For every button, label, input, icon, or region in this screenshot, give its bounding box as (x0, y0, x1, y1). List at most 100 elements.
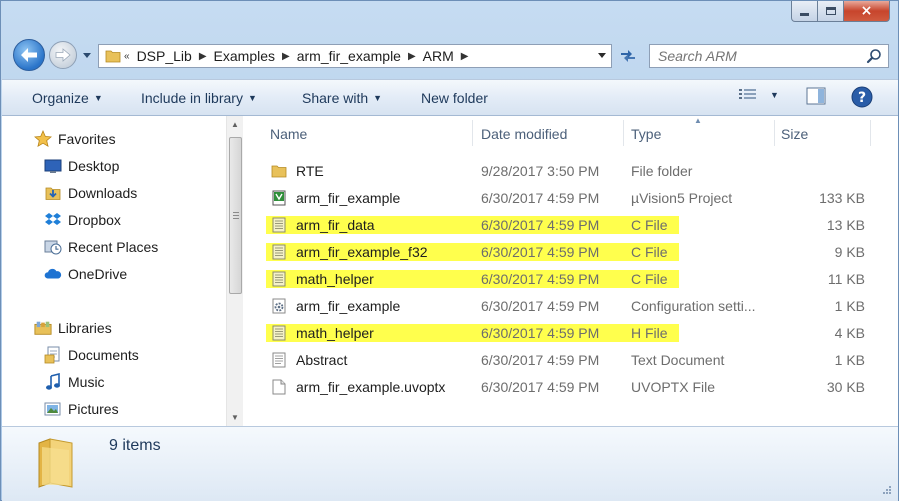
nav-item-onedrive[interactable]: OneDrive (44, 265, 127, 283)
scroll-down-icon[interactable]: ▼ (231, 413, 239, 422)
file-name: math_helper (296, 325, 374, 341)
change-view-button[interactable]: ▼ (738, 87, 779, 103)
star-icon (34, 130, 52, 148)
file-row[interactable]: Abstract 6/30/2017 4:59 PM Text Document 1 … (250, 349, 898, 371)
resize-grip-icon[interactable] (882, 485, 892, 495)
scrollbar-thumb[interactable] (229, 137, 242, 294)
file-type: µVision5 Project (631, 190, 733, 206)
help-button[interactable]: ? (851, 86, 873, 108)
breadcrumb-separator-icon[interactable]: ▶ (405, 51, 419, 62)
nav-item-recent-places[interactable]: Recent Places (44, 238, 158, 256)
breadcrumb-arm[interactable]: ARM (419, 48, 458, 64)
folder-icon (105, 50, 121, 63)
nav-favorites[interactable]: Favorites (34, 130, 116, 148)
search-box[interactable] (649, 44, 889, 68)
dropdown-caret-icon: ▼ (93, 93, 103, 103)
file-name: arm_fir_data (296, 217, 375, 233)
maximize-icon (825, 7, 836, 15)
help-icon: ? (851, 86, 873, 108)
dropdown-caret-icon: ▼ (247, 93, 257, 103)
file-size: 9 KB (834, 244, 865, 260)
file-name: arm_fir_example (296, 298, 401, 314)
nav-item-downloads[interactable]: Downloads (44, 184, 137, 202)
search-icon[interactable] (866, 48, 882, 64)
nav-libraries-label: Libraries (58, 320, 112, 336)
navigation-pane[interactable]: Favorites Desktop Downloads Dropbox Rece… (2, 116, 226, 426)
file-list[interactable]: Name Date modified Type ▲ Size RTE 9/28/2… (250, 116, 898, 426)
navigation-scrollbar[interactable]: ▲ ▼ (226, 116, 243, 426)
breadcrumb-examples[interactable]: Examples (210, 48, 279, 64)
nav-favorites-label: Favorites (58, 131, 116, 147)
file-row[interactable]: RTE 9/28/2017 3:50 PM File folder (250, 160, 898, 182)
content-area: Favorites Desktop Downloads Dropbox Rece… (2, 116, 898, 426)
scroll-up-icon[interactable]: ▲ (231, 120, 239, 129)
file-row[interactable]: math_helper 6/30/2017 4:59 PM H File 4 KB (250, 322, 898, 344)
address-bar[interactable]: « DSP_Lib ▶ Examples ▶ arm_fir_example ▶… (98, 44, 612, 68)
close-button[interactable]: × (844, 1, 890, 22)
minimize-button[interactable] (791, 1, 818, 22)
file-date-modified: 9/28/2017 3:50 PM (481, 163, 600, 179)
details-pane: 9 items (2, 426, 898, 501)
file-size: 1 KB (834, 352, 865, 368)
file-row[interactable]: arm_fir_example 6/30/2017 4:59 PM Configur… (250, 295, 898, 317)
share-with-menu[interactable]: Share with ▼ (302, 90, 382, 106)
breadcrumb-overflow[interactable]: « (121, 51, 133, 62)
refresh-button[interactable] (615, 44, 641, 68)
back-button[interactable] (13, 39, 45, 71)
new-folder-label: New folder (421, 90, 488, 106)
breadcrumb-dsp-lib[interactable]: DSP_Lib (133, 48, 196, 64)
nav-item-documents[interactable]: Documents (44, 346, 139, 364)
file-row[interactable]: arm_fir_data 6/30/2017 4:59 PM C File 13 KB (250, 214, 898, 236)
address-history-dropdown-icon[interactable] (597, 52, 607, 60)
nav-item-label: Desktop (68, 158, 120, 174)
file-size: 1 KB (834, 298, 865, 314)
text-file-icon (272, 352, 286, 368)
file-type: Configuration setti... (631, 298, 756, 314)
nav-item-music[interactable]: Music (44, 373, 105, 391)
file-row[interactable]: arm_fir_example_f32 6/30/2017 4:59 PM C Fi… (250, 241, 898, 263)
nav-libraries[interactable]: Libraries (34, 319, 112, 337)
file-row[interactable]: math_helper 6/30/2017 4:59 PM C File 11 KB (250, 268, 898, 290)
file-size: 11 KB (827, 271, 865, 287)
include-in-library-label: Include in library (141, 90, 243, 106)
new-folder-button[interactable]: New folder (421, 90, 488, 106)
file-date-modified: 6/30/2017 4:59 PM (481, 298, 600, 314)
column-header-name[interactable]: Name (250, 116, 470, 148)
preview-pane-button[interactable] (806, 87, 826, 105)
column-divider[interactable] (870, 120, 871, 146)
column-header-size[interactable]: Size (775, 116, 870, 148)
desktop-icon (44, 157, 62, 175)
c-file-icon (272, 244, 286, 260)
preview-pane-icon (806, 87, 826, 105)
column-header-date[interactable]: Date modified (473, 116, 623, 148)
file-type: Text Document (631, 352, 725, 368)
breadcrumb-separator-icon[interactable]: ▶ (196, 51, 210, 62)
nav-item-desktop[interactable]: Desktop (44, 157, 119, 175)
folder-icon (38, 438, 73, 488)
recent-pages-dropdown-icon[interactable] (82, 50, 92, 60)
view-dropdown-caret-icon[interactable]: ▼ (770, 90, 779, 100)
file-type: UVOPTX File (631, 379, 716, 395)
uvision-project-icon (272, 190, 286, 206)
sort-ascending-icon: ▲ (694, 116, 702, 125)
nav-item-dropbox[interactable]: Dropbox (44, 211, 121, 229)
forward-button[interactable] (49, 41, 77, 69)
file-name: Abstract (296, 352, 348, 368)
maximize-button[interactable] (818, 1, 844, 22)
search-input[interactable] (650, 48, 850, 64)
file-row[interactable]: arm_fir_example 6/30/2017 4:59 PM µVision5… (250, 187, 898, 209)
organize-menu[interactable]: Organize ▼ (32, 90, 103, 106)
breadcrumb-arm-fir-example[interactable]: arm_fir_example (293, 48, 405, 64)
file-type: H File (631, 325, 668, 341)
forward-arrow-icon (55, 48, 71, 62)
include-in-library-menu[interactable]: Include in library ▼ (141, 90, 257, 106)
pane-splitter[interactable] (243, 116, 250, 426)
breadcrumb-separator-icon[interactable]: ▶ (458, 51, 472, 62)
file-row[interactable]: arm_fir_example.uvoptx 6/30/2017 4:59 PM U… (250, 376, 898, 398)
breadcrumb-separator-icon[interactable]: ▶ (279, 51, 293, 62)
window-controls: × (791, 1, 890, 23)
file-date-modified: 6/30/2017 4:59 PM (481, 271, 600, 287)
dropdown-caret-icon: ▼ (373, 93, 383, 103)
nav-item-pictures[interactable]: Pictures (44, 400, 119, 418)
file-size: 13 KB (826, 217, 865, 233)
